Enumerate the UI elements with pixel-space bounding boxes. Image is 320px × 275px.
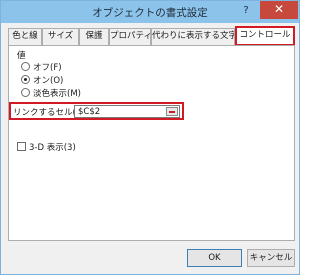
tab-control[interactable]: コントロール [235,26,295,46]
radio-mixed-label: 淡色表示(M) [33,89,81,99]
format-object-dialog: オブジェクトの書式設定 ? ✕ 色と線 サイズ 保護 プロパティ 代わりに表示す… [0,0,300,275]
help-button[interactable]: ? [236,3,256,19]
title-bar[interactable]: オブジェクトの書式設定 ? ✕ [1,1,299,23]
close-button[interactable]: ✕ [260,1,298,19]
tab-strip: 色と線 サイズ 保護 プロパティ 代わりに表示する文字列 コントロール [8,26,295,46]
radio-selected-dot [24,78,27,81]
radio-mixed[interactable] [21,88,30,97]
control-panel: 値 オフ(F) オン(O) 淡色表示(M) リンクするセル(L): $C$2 3… [8,45,295,241]
cancel-button[interactable]: キャンセル [247,249,295,267]
link-cell-input[interactable]: $C$2 [74,105,180,118]
link-cell-value: $C$2 [78,107,101,117]
collapse-dialog-icon[interactable] [166,107,178,116]
value-group-label: 値 [17,51,26,61]
tab-size[interactable]: サイズ [42,28,79,45]
tab-properties[interactable]: プロパティ [109,28,151,45]
three-d-label: 3-D 表示(3) [29,143,76,153]
link-cell-row: リンクするセル(L): $C$2 [9,102,184,120]
radio-off[interactable] [21,62,30,71]
tab-protection[interactable]: 保護 [79,28,109,45]
ok-button[interactable]: OK [187,249,242,267]
tab-alt-text[interactable]: 代わりに表示する文字列 [151,28,235,45]
radio-on[interactable] [21,75,30,84]
radio-off-label: オフ(F) [33,63,62,73]
collapse-dialog-bar [169,111,175,113]
tab-colors-and-lines[interactable]: 色と線 [8,28,42,45]
radio-on-label: オン(O) [33,76,64,86]
three-d-checkbox[interactable] [17,142,26,151]
